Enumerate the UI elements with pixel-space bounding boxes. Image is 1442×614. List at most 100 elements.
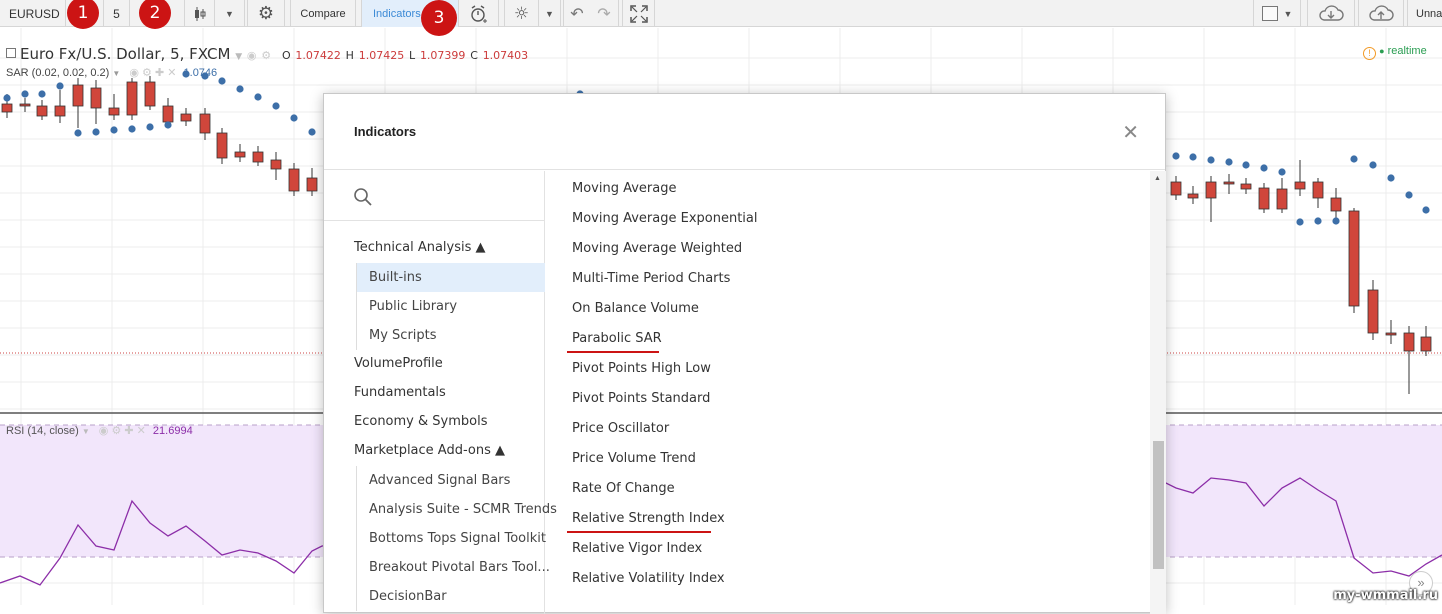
ideas-button[interactable]: ☼ [504, 0, 539, 27]
rsi-value: 21.6994 [152, 425, 193, 437]
sar-dot [56, 82, 64, 90]
compare-label: Compare [300, 7, 346, 20]
open-value: 1.07422 [295, 49, 341, 62]
category-bottoms-tops[interactable]: Bottoms Tops Signal Toolkit [356, 524, 546, 553]
alert-button[interactable] [459, 0, 499, 27]
candle-body [108, 107, 120, 116]
chevron-down-icon[interactable]: ▼ [235, 52, 242, 62]
rsi-legend[interactable]: RSI (14, close) ▼ ◉ ⚙ ✚ ✕ 21.6994 [6, 424, 193, 437]
gear-icon[interactable]: ⚙ [261, 49, 271, 62]
candle-body [54, 105, 66, 117]
symbol-input[interactable]: EURUSD [0, 0, 66, 27]
category-analysis-suite[interactable]: Analysis Suite - SCMR Trends [356, 495, 557, 524]
candlestick-icon [194, 6, 205, 21]
indicator-item[interactable]: Relative Vigor Index [572, 541, 702, 556]
candle-body [252, 151, 264, 163]
chevron-down-icon: ▼ [545, 8, 554, 19]
candle-body [1240, 183, 1252, 190]
chart-style-button[interactable] [184, 0, 215, 27]
category-fundamentals[interactable]: Fundamentals [354, 385, 446, 400]
fullscreen-button[interactable] [622, 0, 655, 27]
category-advanced-signal-bars[interactable]: Advanced Signal Bars [356, 466, 545, 495]
ideas-dropdown[interactable]: ▼ [539, 0, 561, 27]
chart-style-dropdown[interactable]: ▼ [215, 0, 245, 27]
candle-body [90, 87, 102, 109]
warning-icon[interactable]: ! [1363, 47, 1376, 60]
category-public-library[interactable]: Public Library [356, 292, 545, 321]
sar-controls-icon[interactable]: ◉ ⚙ ✚ ✕ [129, 67, 176, 79]
layout-button[interactable]: ▼ [1253, 0, 1301, 27]
candle-body [1420, 336, 1432, 352]
load-cloud-button[interactable] [1307, 0, 1355, 27]
redo-button[interactable]: ↷ [590, 0, 619, 27]
candle-body [180, 113, 192, 122]
chevron-down-icon[interactable]: ▼ [82, 427, 90, 436]
indicator-item[interactable]: Pivot Points High Low [572, 361, 711, 376]
scrollbar-thumb[interactable] [1153, 441, 1164, 569]
scroll-up-arrow-icon[interactable]: ▲ [1154, 175, 1161, 182]
indicator-item[interactable]: Price Oscillator [572, 421, 669, 436]
save-cloud-button[interactable] [1358, 0, 1404, 27]
indicator-item[interactable]: Price Volume Trend [572, 451, 696, 466]
chevron-down-icon[interactable]: ▼ [112, 69, 120, 78]
legend-row: Euro Fx/U.S. Dollar, 5, FXCM ▼ ◉ ⚙ O 1.0… [6, 45, 528, 63]
scrollbar[interactable]: ▲ [1150, 171, 1166, 614]
candle-body [270, 159, 282, 170]
indicator-item[interactable]: Relative Volatility Index [572, 571, 725, 586]
sar-legend[interactable]: SAR (0.02, 0.02, 0.2) ▼ ◉ ⚙ ✚ ✕ 1.0746 [6, 66, 217, 79]
top-toolbar: EURUSD 5 ▼ ⚙ Compare Indicators ☼ ▼ ↶ ↷ … [0, 0, 1442, 27]
candle-body [1205, 181, 1217, 199]
interval-select[interactable]: 5 [103, 0, 130, 27]
candle-body [216, 132, 228, 159]
candle-body [144, 81, 156, 107]
indicator-item[interactable]: Moving Average [572, 181, 676, 196]
indicator-item[interactable]: Multi-Time Period Charts [572, 271, 730, 286]
category-built-ins[interactable]: Built-ins [356, 263, 545, 292]
undo-button[interactable]: ↶ [563, 0, 590, 27]
indicator-parabolic-sar[interactable]: Parabolic SAR [572, 331, 662, 346]
category-volume-profile[interactable]: VolumeProfile [354, 356, 443, 371]
category-technical-analysis[interactable]: Technical Analysis ▲ [354, 240, 486, 255]
sar-dot [1350, 155, 1358, 163]
sar-dot [254, 93, 262, 101]
category-economy-symbols[interactable]: Economy & Symbols [354, 414, 487, 429]
alarm-clock-icon [470, 4, 487, 23]
close-label: C [470, 49, 478, 62]
close-icon[interactable]: ✕ [1122, 122, 1139, 142]
candle-body [1, 103, 13, 113]
compare-button[interactable]: Compare [290, 0, 356, 27]
indicator-item[interactable]: Pivot Points Standard [572, 391, 710, 406]
lightbulb-icon: ☼ [513, 3, 530, 24]
candle-body [288, 168, 300, 192]
search-icon [354, 188, 372, 206]
fullscreen-icon [629, 4, 648, 23]
step-badge-3: 3 [421, 0, 457, 36]
category-breakout-pivotal[interactable]: Breakout Pivotal Bars Tool... [356, 553, 550, 582]
sar-dot [308, 128, 316, 136]
indicator-item[interactable]: Moving Average Weighted [572, 241, 742, 256]
category-my-scripts[interactable]: My Scripts [356, 321, 545, 350]
collapse-icon[interactable] [6, 48, 16, 58]
chart-name-label: Unna [1416, 7, 1442, 20]
search-input[interactable] [324, 171, 545, 221]
candle-body [162, 105, 174, 123]
eye-icon[interactable]: ◉ [247, 49, 257, 62]
indicator-item[interactable]: Rate Of Change [572, 481, 675, 496]
sar-dot [1296, 218, 1304, 226]
candle-body [199, 113, 211, 134]
candle-body [1223, 181, 1235, 185]
settings-button[interactable]: ⚙ [247, 0, 285, 27]
rsi-controls-icon[interactable]: ◉ ⚙ ✚ ✕ [99, 425, 146, 437]
candle-body [36, 105, 48, 117]
category-marketplace-addons[interactable]: Marketplace Add-ons ▲ [354, 443, 505, 458]
indicator-relative-strength-index[interactable]: Relative Strength Index [572, 511, 725, 526]
chart-name-button[interactable]: Unna [1407, 0, 1442, 27]
sar-dot [236, 85, 244, 93]
indicator-item[interactable]: Moving Average Exponential [572, 211, 758, 226]
indicator-item[interactable]: On Balance Volume [572, 301, 699, 316]
chevron-down-icon: ▼ [225, 8, 234, 19]
candle-body [126, 81, 138, 116]
category-decisionbar[interactable]: DecisionBar [356, 582, 545, 611]
candle-body [1170, 181, 1182, 196]
high-label: H [345, 49, 354, 62]
